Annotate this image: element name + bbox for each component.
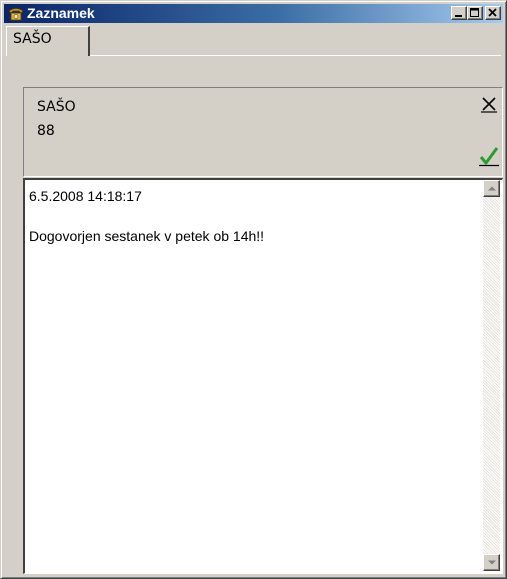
scroll-up-button[interactable] xyxy=(483,180,500,197)
title-bar[interactable]: Zaznamek xyxy=(4,4,503,23)
note-body: Dogovorjen sestanek v petek ob 14h!! xyxy=(29,228,265,244)
note-timestamp: 6.5.2008 14:18:17 xyxy=(29,188,142,204)
tab-label: SAŠO xyxy=(13,31,52,47)
minimize-button[interactable] xyxy=(451,6,467,20)
close-button[interactable] xyxy=(485,6,501,20)
minimize-icon xyxy=(455,15,462,17)
tab-saso[interactable]: SAŠO xyxy=(6,26,90,56)
vertical-scrollbar[interactable] xyxy=(483,180,500,571)
close-icon xyxy=(488,8,497,17)
arrow-down-icon xyxy=(488,560,496,565)
app-window: Zaznamek SAŠO SAŠO 88 6.5.2008 14:18:17 … xyxy=(0,0,507,579)
note-blank-line xyxy=(29,206,469,226)
arrow-up-icon xyxy=(488,186,496,191)
note-content: 6.5.2008 14:18:17 Dogovorjen sestanek v … xyxy=(29,186,469,246)
contact-name: SAŠO xyxy=(37,99,76,115)
window-title: Zaznamek xyxy=(27,5,95,21)
scroll-down-button[interactable] xyxy=(483,554,500,571)
contact-panel: SAŠO 88 xyxy=(23,87,503,177)
telephone-icon xyxy=(8,6,24,21)
close-x-icon[interactable] xyxy=(480,95,498,113)
maximize-button[interactable] xyxy=(467,6,483,20)
contact-number: 88 xyxy=(37,123,55,139)
checkmark-icon[interactable] xyxy=(478,145,500,167)
note-textarea[interactable]: 6.5.2008 14:18:17 Dogovorjen sestanek v … xyxy=(23,178,503,574)
maximize-icon xyxy=(470,8,479,17)
tab-divider xyxy=(90,55,501,56)
